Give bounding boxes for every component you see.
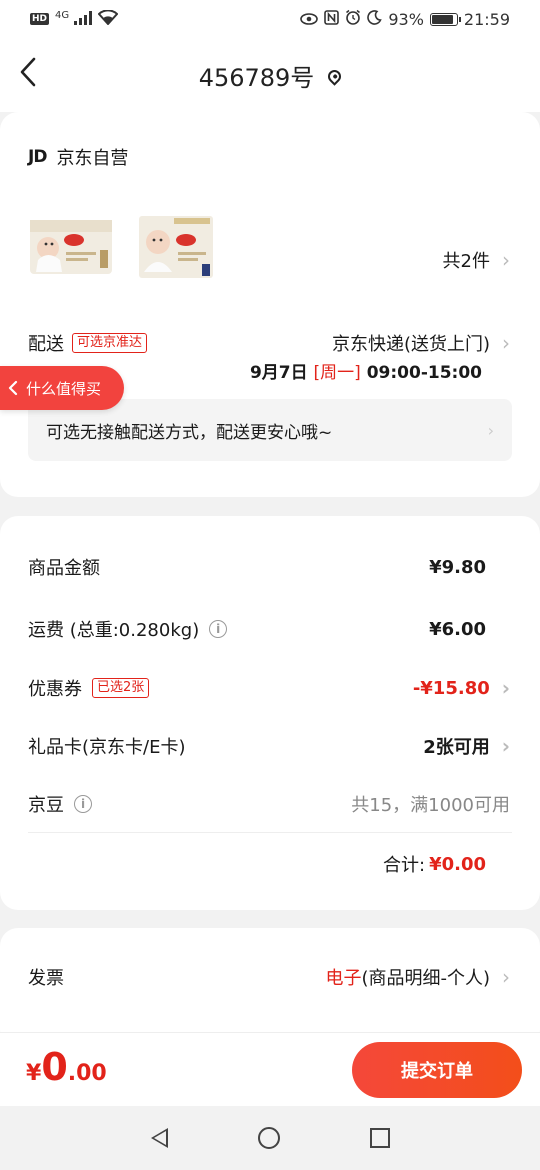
chevron-right-icon: ›: [501, 676, 510, 700]
store-header: JD 京东自营: [28, 144, 128, 170]
battery-icon: [429, 12, 461, 26]
goods-amount-row: 商品金额 ¥9.80: [28, 554, 510, 580]
page-title: 456789号: [198, 64, 315, 92]
status-bar: HD 4G 93% 21:59: [0, 0, 540, 38]
jingdou-value: 共15，满1000可用: [351, 795, 510, 816]
delivery-weekday: [周一]: [313, 363, 361, 383]
freight-row: 运费 (总重:0.280kg) i ¥6.00: [28, 616, 510, 642]
status-left: HD 4G: [30, 8, 119, 29]
battery-percent: 93%: [388, 9, 424, 29]
invoice-card: 发票 电子(商品明细-个人) ›: [0, 928, 540, 1048]
system-back-icon[interactable]: [150, 1128, 168, 1148]
invoice-row[interactable]: 发票 电子(商品明细-个人) ›: [28, 964, 510, 990]
delivery-date: 9月7日: [249, 363, 308, 383]
delivery-method-row[interactable]: 京东快递(送货上门) ›: [332, 330, 510, 356]
jingdou-row: 京豆 i 共15，满1000可用: [28, 791, 510, 817]
total-amount-decimal: .00: [67, 1061, 107, 1086]
location-pin-icon: [325, 67, 345, 86]
invoice-type: 电子: [325, 968, 362, 989]
smzdm-label: 什么值得买: [26, 379, 102, 398]
delivery-time-window: 09:00-15:00: [366, 363, 482, 383]
goods-amount-value: ¥9.80: [429, 556, 486, 578]
chevron-right-icon: ›: [487, 420, 494, 440]
checkout-bar: ¥ 0 .00 提交订单: [0, 1032, 540, 1106]
coupon-value: -¥15.80: [412, 677, 490, 699]
eye-icon: [300, 10, 319, 29]
total-amount-integer: 0: [41, 1045, 68, 1089]
chevron-right-icon: ›: [502, 248, 510, 272]
delivery-label: 配送: [28, 334, 64, 355]
info-icon[interactable]: i: [209, 620, 228, 638]
delivery-time[interactable]: 9月7日 [周一] 09:00-15:00: [250, 358, 482, 383]
total-value: ¥0.00: [429, 853, 486, 875]
coupon-selected-tag: 已选2张: [92, 678, 150, 698]
price-card: 商品金额 ¥9.80 运费 (总重:0.280kg) i ¥6.00 优惠券 已…: [0, 516, 540, 910]
system-nav-bar: [0, 1106, 540, 1170]
info-icon[interactable]: i: [74, 795, 92, 813]
bottom-total: ¥ 0 .00: [26, 1045, 107, 1089]
contactless-tip: 可选无接触配送方式，配送更安心哦~: [46, 422, 333, 443]
chevron-right-icon: ›: [501, 734, 510, 758]
delivery-method: 京东快递(送货上门): [331, 334, 490, 355]
status-time: 21:59: [463, 9, 510, 29]
jingzhunda-tag: 可选京准达: [72, 333, 148, 353]
wifi-icon: [97, 8, 119, 29]
giftcard-value: 2张可用: [423, 737, 490, 758]
total-row: 合计: ¥0.00: [28, 851, 510, 877]
submit-order-button[interactable]: 提交订单: [352, 1042, 522, 1098]
nfc-icon: [324, 9, 340, 29]
invoice-label: 发票: [28, 968, 64, 989]
store-name: 京东自营: [56, 148, 129, 169]
hd-icon: HD: [30, 13, 50, 25]
chevron-right-icon: ›: [502, 965, 510, 989]
freight-value: ¥6.00: [429, 618, 486, 640]
giftcard-label: 礼品卡(京东卡/E卡): [28, 737, 186, 758]
invoice-detail: (商品明细-个人): [361, 968, 490, 989]
item-count: 共2件: [442, 251, 490, 272]
system-recents-icon[interactable]: [369, 1128, 390, 1148]
total-label: 合计:: [382, 855, 426, 876]
alarm-icon: [345, 9, 361, 29]
goods-amount-label: 商品金额: [28, 558, 100, 579]
moon-icon: [367, 9, 383, 29]
coupon-label: 优惠券: [28, 679, 82, 700]
system-home-icon[interactable]: [257, 1127, 280, 1149]
giftcard-row[interactable]: 礼品卡(京东卡/E卡) 2张可用 ›: [28, 733, 510, 759]
signal-icon: 4G: [55, 10, 93, 29]
currency-symbol: ¥: [26, 1061, 42, 1086]
order-items-card: JD 京东自营 共2件 › 配送 可选京准达 京东快递(送货上门) › 9月7日…: [0, 112, 540, 497]
status-right: 93% 21:59: [300, 9, 510, 29]
address-title[interactable]: 456789号: [0, 58, 540, 93]
coupon-row[interactable]: 优惠券 已选2张 -¥15.80 ›: [28, 675, 510, 701]
nav-bar: 456789号: [0, 38, 540, 112]
battery-fill: [431, 14, 454, 24]
item-count-row[interactable]: 共2件 ›: [443, 247, 510, 273]
product-thumbnail[interactable]: [26, 210, 114, 282]
chevron-left-icon: [8, 380, 18, 396]
divider: [28, 832, 512, 833]
delivery-label-row: 配送 可选京准达: [28, 330, 148, 356]
smzdm-float-button[interactable]: 什么值得买: [0, 366, 124, 410]
jd-logo-icon: JD: [28, 147, 47, 167]
chevron-right-icon: ›: [502, 331, 510, 355]
freight-label: 运费 (总重:0.280kg): [28, 620, 200, 641]
jingdou-label: 京豆: [28, 795, 64, 816]
product-thumbnail[interactable]: [136, 212, 216, 280]
